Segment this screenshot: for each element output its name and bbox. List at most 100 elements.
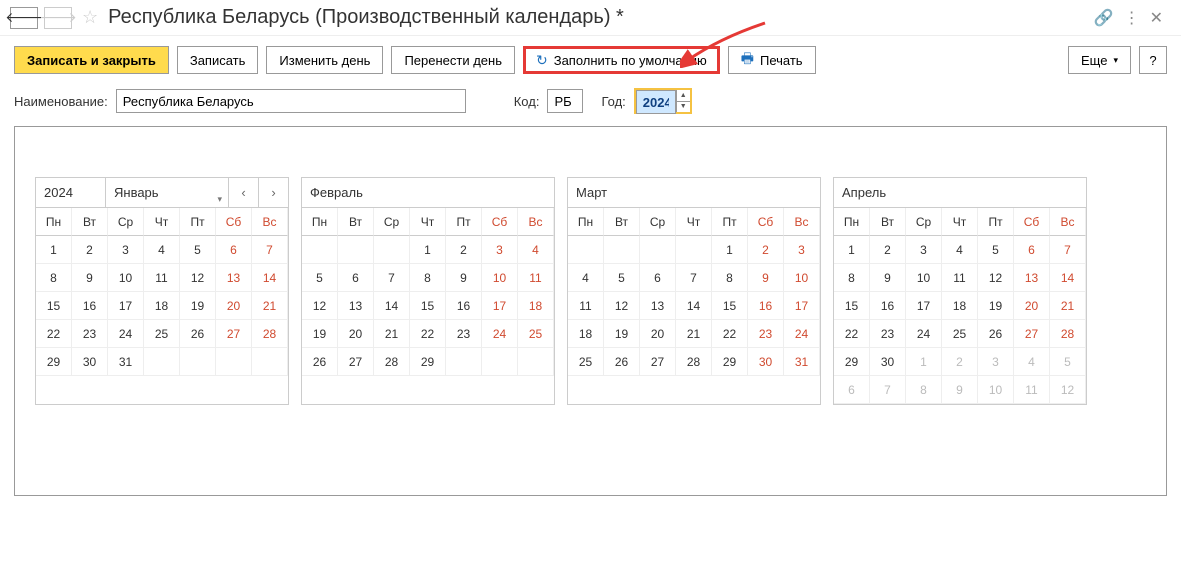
day-cell[interactable]: 12 (978, 264, 1014, 292)
day-cell[interactable]: 18 (518, 292, 554, 320)
day-cell[interactable]: 23 (72, 320, 108, 348)
day-cell[interactable]: 3 (108, 236, 144, 264)
year-down-button[interactable]: ▼ (677, 102, 690, 113)
day-cell[interactable]: 25 (568, 348, 604, 376)
day-cell[interactable]: 23 (446, 320, 482, 348)
day-cell[interactable]: 13 (640, 292, 676, 320)
move-day-button[interactable]: Перенести день (391, 46, 515, 74)
day-cell[interactable]: 26 (180, 320, 216, 348)
day-cell[interactable]: 12 (604, 292, 640, 320)
day-cell[interactable]: 1 (712, 236, 748, 264)
day-cell[interactable]: 6 (834, 376, 870, 404)
day-cell[interactable]: 11 (518, 264, 554, 292)
day-cell[interactable]: 19 (978, 292, 1014, 320)
day-cell[interactable]: 4 (518, 236, 554, 264)
day-cell[interactable]: 16 (870, 292, 906, 320)
day-cell[interactable]: 20 (640, 320, 676, 348)
day-cell[interactable]: 27 (1014, 320, 1050, 348)
day-cell[interactable]: 11 (144, 264, 180, 292)
day-cell[interactable]: 26 (302, 348, 338, 376)
day-cell[interactable]: 3 (978, 348, 1014, 376)
day-cell[interactable]: 22 (834, 320, 870, 348)
day-cell[interactable]: 28 (676, 348, 712, 376)
day-cell[interactable]: 2 (72, 236, 108, 264)
fill-default-button[interactable]: ↻ Заполнить по умолчанию (523, 46, 720, 74)
day-cell[interactable]: 2 (942, 348, 978, 376)
day-cell[interactable]: 29 (36, 348, 72, 376)
day-cell[interactable]: 2 (870, 236, 906, 264)
day-cell[interactable]: 30 (748, 348, 784, 376)
day-cell[interactable]: 19 (302, 320, 338, 348)
day-cell[interactable]: 14 (676, 292, 712, 320)
day-cell[interactable]: 10 (906, 264, 942, 292)
day-cell[interactable]: 11 (942, 264, 978, 292)
code-input[interactable] (547, 89, 583, 113)
day-cell[interactable]: 12 (180, 264, 216, 292)
day-cell[interactable]: 17 (784, 292, 820, 320)
close-icon[interactable]: ✕ (1150, 8, 1163, 28)
day-cell[interactable]: 28 (252, 320, 288, 348)
day-cell[interactable]: 1 (834, 236, 870, 264)
day-cell[interactable]: 8 (712, 264, 748, 292)
day-cell[interactable]: 19 (180, 292, 216, 320)
day-cell[interactable]: 17 (108, 292, 144, 320)
nav-back-button[interactable]: 🡐 (10, 7, 38, 29)
day-cell[interactable]: 31 (108, 348, 144, 376)
day-cell[interactable]: 3 (784, 236, 820, 264)
save-and-close-button[interactable]: Записать и закрыть (14, 46, 169, 74)
more-button[interactable]: Еще ▾ (1068, 46, 1131, 74)
day-cell[interactable]: 9 (870, 264, 906, 292)
day-cell[interactable]: 6 (1014, 236, 1050, 264)
day-cell[interactable]: 12 (1050, 376, 1086, 404)
month-name-dropdown[interactable]: Январь▾ (106, 178, 228, 207)
day-cell[interactable]: 21 (1050, 292, 1086, 320)
day-cell[interactable]: 24 (906, 320, 942, 348)
save-button[interactable]: Записать (177, 46, 259, 74)
help-button[interactable]: ? (1139, 46, 1167, 74)
day-cell[interactable]: 18 (568, 320, 604, 348)
day-cell[interactable]: 20 (338, 320, 374, 348)
day-cell[interactable]: 9 (72, 264, 108, 292)
day-cell[interactable]: 17 (906, 292, 942, 320)
day-cell[interactable]: 13 (1014, 264, 1050, 292)
day-cell[interactable]: 22 (410, 320, 446, 348)
print-button[interactable]: 🖶 Печать (728, 46, 816, 74)
year-input[interactable] (636, 90, 676, 114)
day-cell[interactable]: 27 (640, 348, 676, 376)
day-cell[interactable]: 4 (568, 264, 604, 292)
day-cell[interactable]: 7 (870, 376, 906, 404)
day-cell[interactable]: 2 (748, 236, 784, 264)
day-cell[interactable]: 20 (216, 292, 252, 320)
day-cell[interactable]: 5 (604, 264, 640, 292)
day-cell[interactable]: 30 (72, 348, 108, 376)
day-cell[interactable]: 4 (942, 236, 978, 264)
day-cell[interactable]: 15 (834, 292, 870, 320)
day-cell[interactable]: 29 (410, 348, 446, 376)
day-cell[interactable]: 13 (338, 292, 374, 320)
day-cell[interactable]: 5 (1050, 348, 1086, 376)
day-cell[interactable]: 24 (482, 320, 518, 348)
day-cell[interactable]: 3 (482, 236, 518, 264)
day-cell[interactable]: 15 (36, 292, 72, 320)
day-cell[interactable]: 1 (410, 236, 446, 264)
name-input[interactable] (116, 89, 466, 113)
day-cell[interactable]: 18 (942, 292, 978, 320)
day-cell[interactable]: 14 (1050, 264, 1086, 292)
day-cell[interactable]: 28 (1050, 320, 1086, 348)
day-cell[interactable]: 17 (482, 292, 518, 320)
day-cell[interactable]: 9 (942, 376, 978, 404)
nav-forward-button[interactable]: 🡒 (44, 7, 72, 29)
favorite-star-icon[interactable]: ☆ (82, 7, 98, 28)
day-cell[interactable]: 7 (676, 264, 712, 292)
day-cell[interactable]: 25 (144, 320, 180, 348)
day-cell[interactable]: 21 (676, 320, 712, 348)
day-cell[interactable]: 15 (410, 292, 446, 320)
day-cell[interactable]: 22 (36, 320, 72, 348)
day-cell[interactable]: 7 (1050, 236, 1086, 264)
day-cell[interactable]: 30 (870, 348, 906, 376)
day-cell[interactable]: 21 (374, 320, 410, 348)
link-icon[interactable]: 🔗 (1094, 8, 1114, 28)
day-cell[interactable]: 27 (338, 348, 374, 376)
year-stepper[interactable]: ▲ ▼ (634, 88, 692, 114)
day-cell[interactable]: 29 (834, 348, 870, 376)
